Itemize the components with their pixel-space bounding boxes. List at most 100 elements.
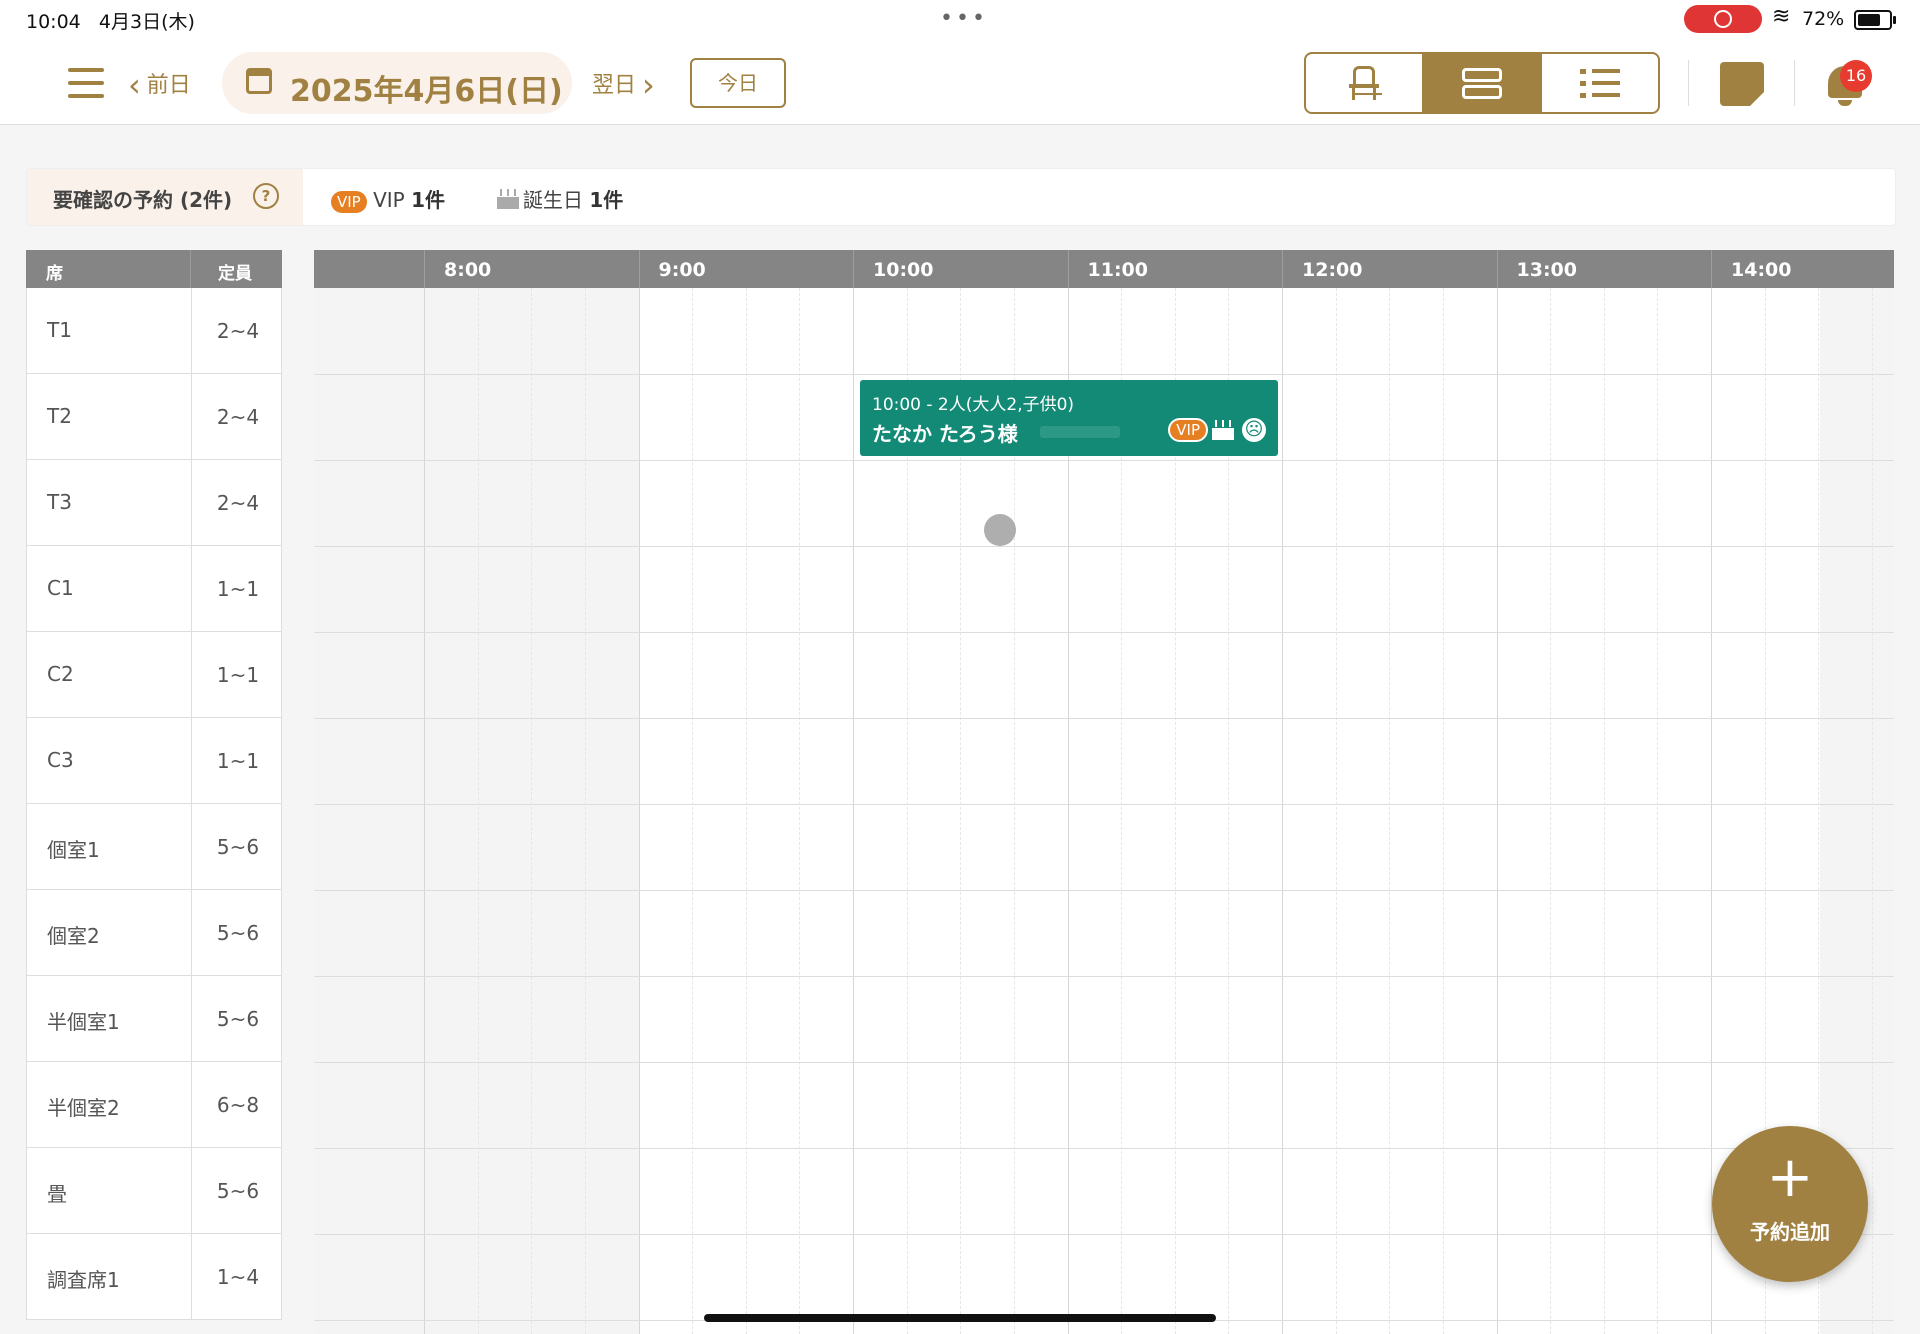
attention-title-area[interactable]: 要確認の予約 (2件) ? bbox=[27, 169, 303, 225]
seat-row[interactable]: T3 2~4 bbox=[26, 460, 282, 546]
seat-row[interactable]: C2 1~1 bbox=[26, 632, 282, 718]
seat-capacity: 5~6 bbox=[191, 1148, 284, 1234]
birthday-filter[interactable]: 誕生日 1件 bbox=[497, 184, 623, 213]
row-gridline bbox=[314, 890, 1894, 891]
quarter-gridline bbox=[799, 288, 801, 1334]
wifi-icon: ≋ bbox=[1772, 4, 1791, 29]
timeline-rows-icon bbox=[1462, 66, 1502, 100]
view-seat-button[interactable] bbox=[1306, 54, 1424, 112]
seat-name: 半個室1 bbox=[47, 1010, 120, 1034]
quarter-gridline bbox=[584, 288, 586, 1334]
prev-day-button[interactable]: ‹ 前日 bbox=[128, 66, 191, 104]
quarter-gridline bbox=[1335, 288, 1337, 1334]
seat-name: C1 bbox=[47, 576, 74, 600]
quarter-gridline bbox=[1389, 288, 1391, 1334]
reservation-icons: VIP ☹ bbox=[1168, 418, 1266, 442]
quarter-gridline bbox=[1603, 288, 1605, 1334]
cake-icon bbox=[497, 189, 519, 209]
vip-filter[interactable]: VIP VIP 1件 bbox=[331, 184, 445, 213]
seat-row[interactable]: 半個室2 6~8 bbox=[26, 1062, 282, 1148]
header-divider bbox=[1794, 60, 1795, 106]
seat-row[interactable]: 個室1 5~6 bbox=[26, 804, 282, 890]
battery-icon bbox=[1854, 10, 1896, 30]
multitask-dots[interactable]: ••• bbox=[940, 6, 988, 31]
seat-capacity: 2~4 bbox=[191, 374, 284, 460]
view-mode-switch bbox=[1304, 52, 1660, 114]
birthday-count: 1件 bbox=[589, 188, 624, 212]
help-icon[interactable]: ? bbox=[253, 183, 279, 209]
hour-divider bbox=[1067, 250, 1069, 288]
seat-row[interactable]: 畳 5~6 bbox=[26, 1148, 282, 1234]
seat-capacity: 5~6 bbox=[191, 804, 284, 890]
seat-row[interactable]: C3 1~1 bbox=[26, 718, 282, 804]
add-reservation-label: 予約追加 bbox=[1750, 1220, 1830, 1244]
row-gridline bbox=[314, 1062, 1894, 1063]
reservation-guest-name: たなか たろう様 bbox=[872, 422, 1018, 446]
seat-row[interactable]: C1 1~1 bbox=[26, 546, 282, 632]
row-gridline bbox=[314, 1234, 1894, 1235]
header-divider bbox=[1688, 60, 1689, 106]
status-time: 10:04 4月3日(木) bbox=[26, 11, 195, 33]
seat-name: 半個室2 bbox=[47, 1096, 120, 1120]
seat-list: T1 2~4 T2 2~4 T3 2~4 C1 1~1 C2 1~1 C3 1~1 個室1 5~6 個室2 5… bbox=[26, 288, 282, 1320]
quarter-gridline bbox=[1442, 288, 1444, 1334]
app-header: ‹ 前日 2025年4月6日(日) 翌日 › 今日 16 bbox=[0, 38, 1920, 125]
seat-name: 個室2 bbox=[47, 924, 100, 948]
status-bar: 10:04 4月3日(木) ••• ≋ 72% bbox=[0, 0, 1920, 38]
add-reservation-button[interactable]: + 予約追加 bbox=[1712, 1126, 1868, 1282]
seat-row[interactable]: 半個室1 5~6 bbox=[26, 976, 282, 1062]
hour-divider bbox=[1711, 250, 1712, 288]
seat-capacity: 6~8 bbox=[191, 1062, 284, 1148]
screen-record-icon[interactable] bbox=[1684, 5, 1762, 33]
closed-time-shade bbox=[314, 288, 639, 1334]
cake-icon bbox=[1212, 420, 1234, 440]
plus-icon: + bbox=[1766, 1145, 1814, 1210]
seat-row[interactable]: T1 2~4 bbox=[26, 288, 282, 374]
hour-divider bbox=[638, 250, 640, 288]
row-gridline bbox=[314, 804, 1894, 805]
seat-row[interactable]: 調査席1 1~4 bbox=[26, 1234, 282, 1320]
seat-capacity: 5~6 bbox=[191, 890, 284, 976]
chevron-right-icon: › bbox=[642, 66, 655, 104]
view-timeline-button[interactable] bbox=[1424, 54, 1542, 112]
hour-label: 14:00 bbox=[1731, 259, 1792, 281]
seat-name: 調査席1 bbox=[47, 1268, 120, 1292]
home-indicator[interactable] bbox=[704, 1314, 1216, 1322]
hour-label: 11:00 bbox=[1087, 259, 1148, 281]
seat-name: 畳 bbox=[47, 1182, 67, 1206]
seat-name: T1 bbox=[47, 318, 72, 342]
seat-row[interactable]: T2 2~4 bbox=[26, 374, 282, 460]
hour-label: 12:00 bbox=[1302, 259, 1363, 281]
chair-icon bbox=[1349, 66, 1379, 100]
hour-label: 9:00 bbox=[658, 259, 706, 281]
next-day-button[interactable]: 翌日 › bbox=[592, 66, 655, 104]
hour-divider bbox=[1496, 250, 1498, 288]
seat-capacity: 1~4 bbox=[191, 1234, 284, 1320]
seat-row[interactable]: 個室2 5~6 bbox=[26, 890, 282, 976]
date-picker[interactable]: 2025年4月6日(日) bbox=[222, 52, 572, 114]
seat-capacity: 2~4 bbox=[191, 288, 284, 374]
today-button[interactable]: 今日 bbox=[690, 58, 786, 108]
view-list-button[interactable] bbox=[1542, 54, 1658, 112]
current-date: 2025年4月6日(日) bbox=[290, 74, 563, 109]
vip-count: 1件 bbox=[411, 188, 446, 212]
attention-reservations-bar: 要確認の予約 (2件) ? VIP VIP 1件 誕生日 1件 bbox=[26, 168, 1896, 226]
seat-capacity: 2~4 bbox=[191, 460, 284, 546]
seat-capacity: 1~1 bbox=[191, 632, 284, 718]
hour-label: 8:00 bbox=[444, 259, 492, 281]
touch-indicator bbox=[984, 514, 1016, 546]
reservation-card[interactable]: 10:00 - 2人(大人2,子供0) たなか たろう様 VIP ☹ bbox=[860, 380, 1278, 456]
memo-icon[interactable] bbox=[1720, 62, 1764, 106]
row-gridline bbox=[314, 374, 1894, 375]
quarter-gridline bbox=[1550, 288, 1552, 1334]
seat-name: T3 bbox=[47, 490, 72, 514]
vip-label: VIP bbox=[373, 188, 405, 212]
row-gridline bbox=[314, 632, 1894, 633]
hour-gridline bbox=[1282, 288, 1283, 1334]
menu-button[interactable] bbox=[68, 68, 104, 98]
row-gridline bbox=[314, 546, 1894, 547]
seat-name: 個室1 bbox=[47, 838, 100, 862]
seat-capacity: 5~6 bbox=[191, 976, 284, 1062]
hour-gridline bbox=[1496, 288, 1498, 1334]
hour-gridline bbox=[424, 288, 425, 1334]
